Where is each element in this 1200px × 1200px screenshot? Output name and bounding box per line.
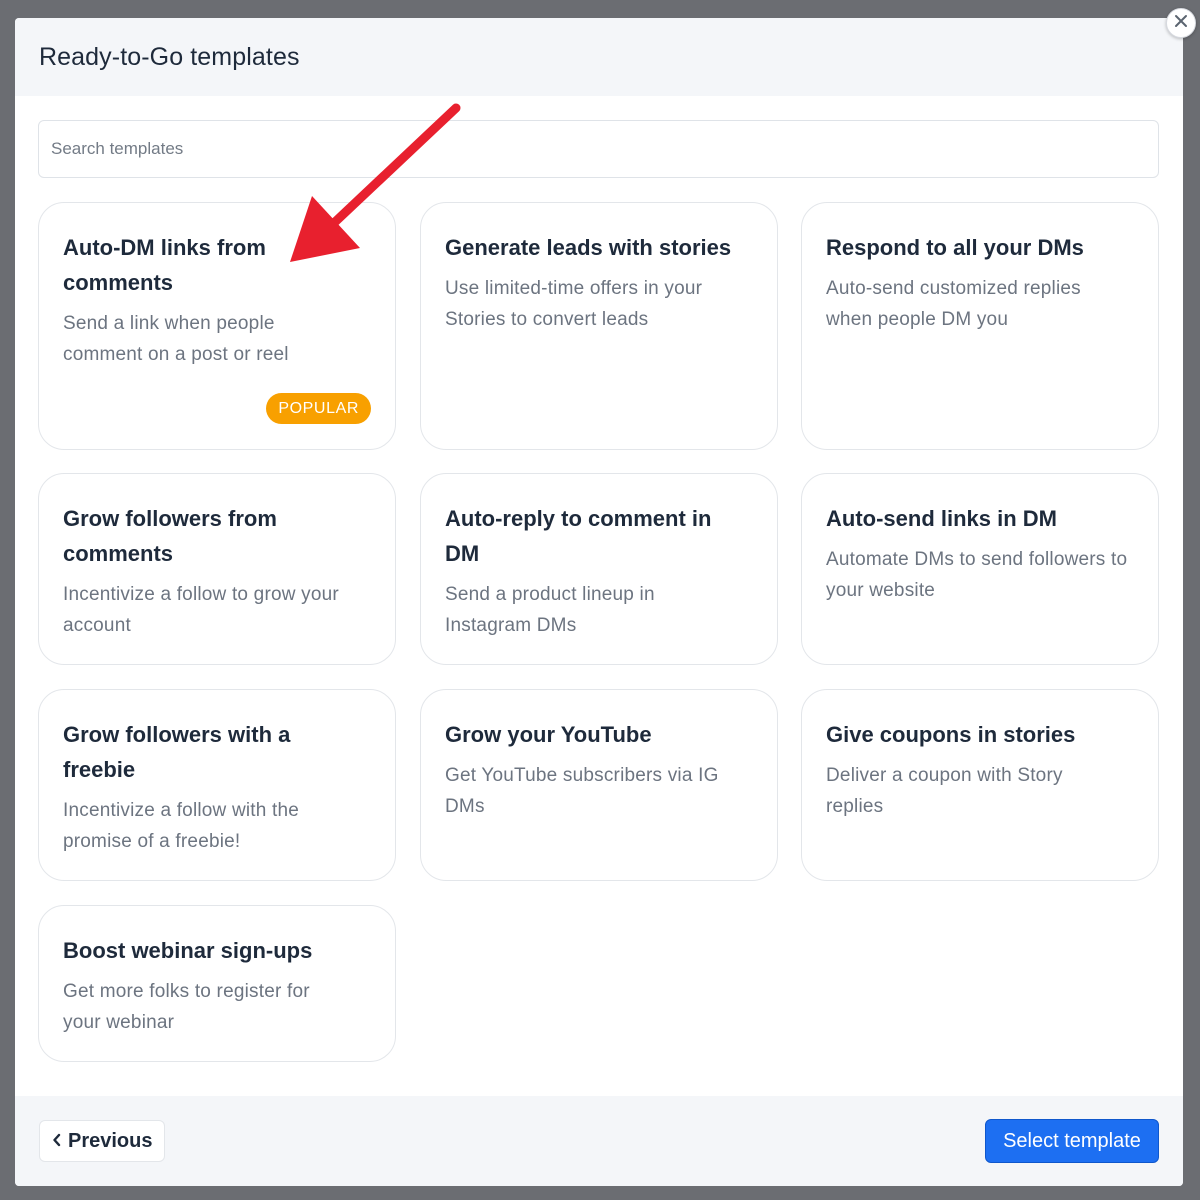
template-title: Grow your YouTube: [445, 722, 652, 747]
template-card-auto-send-links[interactable]: Auto-send links in DM Automate DMs to se…: [801, 473, 1159, 665]
template-description: Send a product lineup in Instagram DMs: [445, 584, 655, 636]
close-button[interactable]: [1166, 8, 1196, 38]
template-card-boost-webinar[interactable]: Boost webinar sign-ups Get more folks to…: [38, 905, 396, 1062]
template-description: Get YouTube subscribers via IG DMs: [445, 765, 719, 817]
template-description: Use limited-time offers in your Stories …: [445, 278, 703, 330]
popular-badge: POPULAR: [266, 393, 371, 424]
modal-title: Ready-to-Go templates: [39, 43, 300, 71]
template-title: Generate leads with stories: [445, 235, 732, 260]
template-card-auto-reply-comment[interactable]: Auto-reply to comment in DM Send a produ…: [420, 473, 778, 665]
template-description: Get more folks to register for your webi…: [63, 981, 310, 1033]
template-card-generate-leads[interactable]: Generate leads with stories Use limited-…: [420, 202, 778, 450]
template-title: Auto-send links in DM: [826, 506, 1057, 531]
modal-header: Ready-to-Go templates: [15, 18, 1183, 96]
template-card-grow-youtube[interactable]: Grow your YouTube Get YouTube subscriber…: [420, 689, 778, 881]
template-card-give-coupons[interactable]: Give coupons in stories Deliver a coupon…: [801, 689, 1159, 881]
template-title: Grow followers with a freebie: [63, 722, 291, 782]
template-description: Automate DMs to send followers to your w…: [826, 549, 1128, 601]
template-description: Auto-send customized replies when people…: [826, 278, 1081, 330]
chevron-left-icon: [52, 1130, 62, 1153]
search-input[interactable]: [38, 120, 1159, 178]
template-card-grow-followers-freebie[interactable]: Grow followers with a freebie Incentiviz…: [38, 689, 396, 881]
template-title: Respond to all your DMs: [826, 235, 1084, 260]
close-icon: [1174, 14, 1188, 33]
template-description: Incentivize a follow to grow your accoun…: [63, 584, 339, 636]
select-template-button[interactable]: Select template: [985, 1119, 1159, 1163]
template-card-respond-dms[interactable]: Respond to all your DMs Auto-send custom…: [801, 202, 1159, 450]
template-description: Send a link when people comment on a pos…: [63, 313, 289, 365]
previous-label: Previous: [68, 1129, 153, 1152]
template-description: Incentivize a follow with the promise of…: [63, 800, 300, 852]
template-card-grow-followers-comments[interactable]: Grow followers from comments Incentivize…: [38, 473, 396, 665]
template-title: Auto-DM links from comments: [63, 235, 266, 295]
modal-footer: Previous Select template: [15, 1096, 1183, 1186]
template-title: Grow followers from comments: [63, 506, 277, 566]
previous-button[interactable]: Previous: [39, 1120, 166, 1162]
template-title: Auto-reply to comment in DM: [445, 506, 712, 566]
template-description: Deliver a coupon with Story replies: [826, 765, 1063, 817]
templates-modal: Ready-to-Go templates Auto-DM links from…: [15, 18, 1183, 1186]
template-title: Give coupons in stories: [826, 722, 1076, 747]
template-title: Boost webinar sign-ups: [63, 938, 313, 963]
template-card-auto-dm-links[interactable]: Auto-DM links from comments Send a link …: [38, 202, 396, 450]
